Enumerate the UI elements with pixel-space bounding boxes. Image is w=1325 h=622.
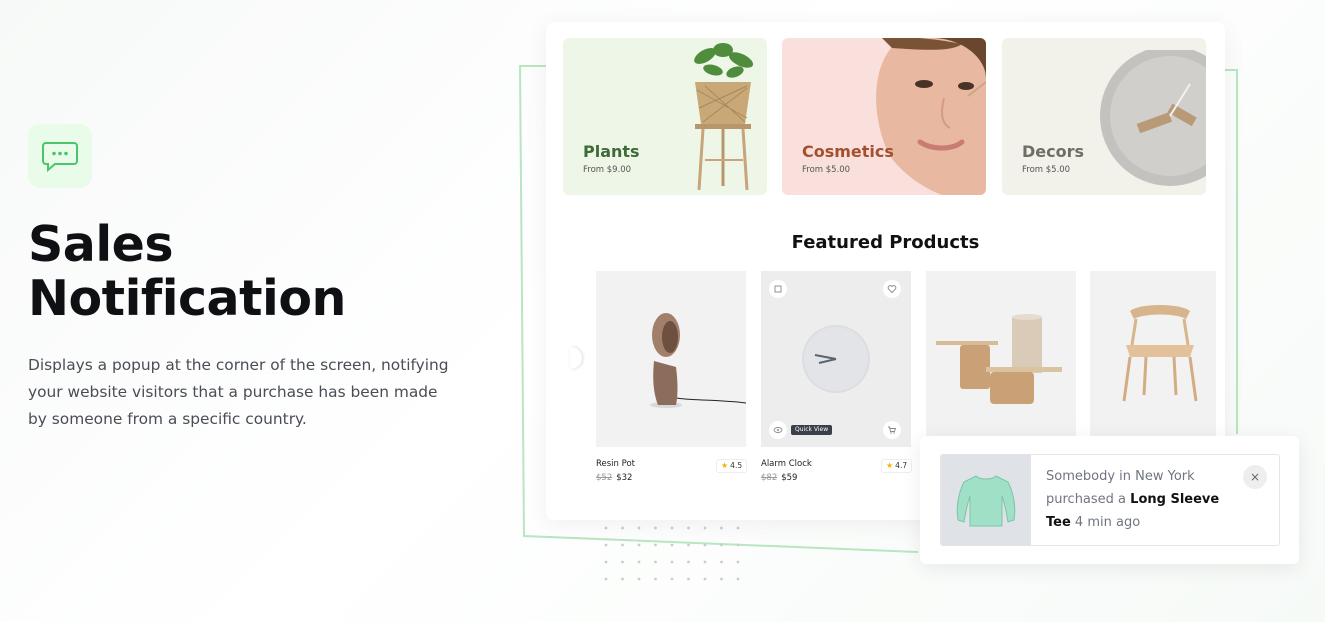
rating-badge: ★ 4.5 bbox=[716, 459, 748, 473]
model-face-image bbox=[876, 38, 986, 195]
category-price: From $9.00 bbox=[583, 165, 632, 175]
lamp-image bbox=[650, 313, 746, 408]
category-price: From $5.00 bbox=[1022, 165, 1071, 175]
cart-icon[interactable] bbox=[883, 421, 901, 439]
product-price: $52 $32 bbox=[596, 473, 632, 483]
category-tile-cosmetics[interactable]: Cosmetics From $5.00 bbox=[782, 38, 986, 195]
category-tile-plants[interactable]: Plants From $9.00 bbox=[563, 38, 767, 195]
product-name[interactable]: Resin Pot bbox=[596, 459, 635, 469]
long-sleeve-tee-thumbnail bbox=[941, 455, 1031, 545]
star-icon: ★ bbox=[721, 461, 729, 470]
dot-grid-decoration bbox=[604, 526, 740, 581]
current-price: $59 bbox=[781, 473, 798, 483]
plant-image bbox=[694, 43, 754, 191]
heart-icon[interactable] bbox=[883, 280, 901, 298]
chat-bubble-icon bbox=[28, 124, 92, 188]
product-image-chair[interactable] bbox=[1090, 271, 1216, 436]
page-title: Sales Notification bbox=[28, 218, 468, 326]
compare-icon[interactable] bbox=[769, 280, 787, 298]
product-image-side-tables[interactable] bbox=[926, 271, 1076, 436]
title-line-1: Sales bbox=[28, 216, 174, 273]
product-name[interactable]: Alarm Clock bbox=[761, 459, 812, 469]
rating-badge: ★ 4.7 bbox=[881, 459, 913, 473]
page-description: Displays a popup at the corner of the sc… bbox=[28, 356, 449, 428]
old-price: $52 bbox=[596, 473, 613, 483]
notification-time: 4 min ago bbox=[1074, 515, 1141, 530]
carousel-prev-button[interactable] bbox=[570, 347, 582, 369]
sales-notification-popup[interactable]: Somebody in New York purchased a Long Sl… bbox=[920, 436, 1299, 564]
category-name: Decors bbox=[1022, 142, 1085, 161]
featured-products-heading: Featured Products bbox=[791, 232, 980, 253]
old-price: $82 bbox=[761, 473, 778, 483]
rating-value: 4.7 bbox=[895, 461, 908, 470]
product-price: $82 $59 bbox=[761, 473, 797, 483]
eye-icon[interactable] bbox=[769, 421, 787, 439]
category-name: Cosmetics bbox=[802, 142, 894, 161]
product-image-resin-pot[interactable] bbox=[596, 271, 746, 447]
quick-view-tooltip: Quick View bbox=[791, 425, 833, 435]
notification-body[interactable]: Somebody in New York purchased a Long Sl… bbox=[940, 454, 1280, 546]
wall-clock-image bbox=[1100, 50, 1206, 186]
title-line-2: Notification bbox=[28, 270, 346, 327]
side-tables-image bbox=[936, 314, 1062, 404]
close-icon[interactable]: × bbox=[1243, 465, 1267, 489]
category-tile-decors[interactable]: Decors From $5.00 bbox=[1002, 38, 1206, 195]
chair-image bbox=[1122, 305, 1198, 402]
notification-message: Somebody in New York purchased a Long Sl… bbox=[1046, 465, 1246, 534]
shirt-icon bbox=[956, 475, 1016, 527]
star-icon: ★ bbox=[886, 461, 894, 470]
product-image-alarm-clock[interactable]: Quick View bbox=[761, 271, 911, 447]
rating-value: 4.5 bbox=[730, 461, 743, 470]
category-price: From $5.00 bbox=[802, 165, 851, 175]
current-price: $32 bbox=[616, 473, 633, 483]
category-name: Plants bbox=[583, 142, 640, 161]
